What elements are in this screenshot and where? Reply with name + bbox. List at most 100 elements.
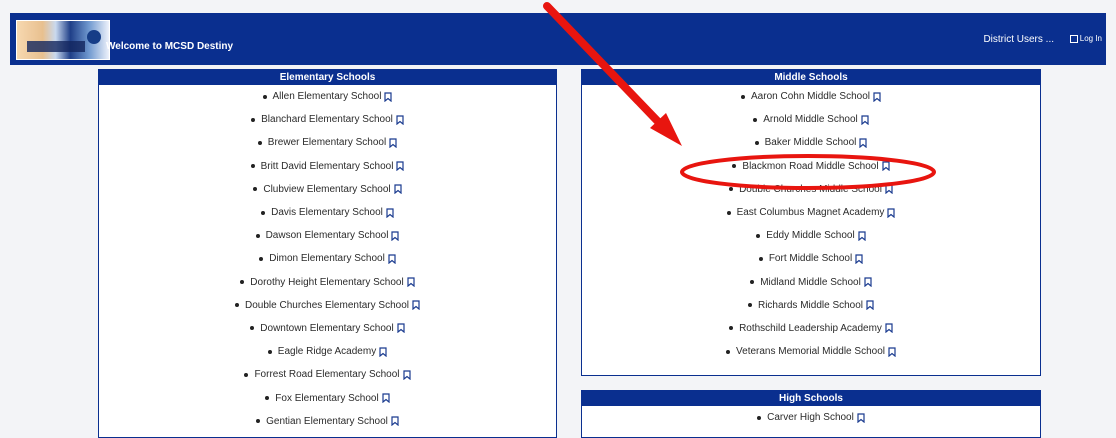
bookmark-icon[interactable] (388, 254, 396, 264)
school-item[interactable]: Aaron Cohn Middle School (582, 85, 1040, 108)
school-item[interactable]: Fox Elementary School (99, 386, 556, 409)
bookmark-icon[interactable] (391, 416, 399, 427)
bookmark-icon[interactable] (857, 412, 865, 423)
bookmark-icon[interactable] (396, 115, 404, 125)
bookmark-icon[interactable] (384, 91, 393, 102)
school-item[interactable]: Baker Middle School (582, 131, 1040, 154)
login-icon (1069, 34, 1078, 43)
school-item[interactable]: Blanchard Elementary School (99, 108, 556, 131)
elementary-school-list: Allen Elementary School Blanchard Element… (99, 85, 556, 433)
middle-schools-panel: Middle Schools Aaron Cohn Middle School A… (581, 69, 1041, 376)
school-item[interactable]: Gentian Elementary School (99, 410, 556, 433)
school-item[interactable]: Carver High School (582, 406, 1040, 429)
bookmark-icon[interactable] (379, 347, 387, 357)
bookmark-icon[interactable] (861, 115, 869, 125)
school-item[interactable]: Britt David Elementary School (99, 155, 556, 178)
school-link[interactable]: Eddy Middle School (766, 230, 854, 241)
school-link[interactable]: Aaron Cohn Middle School (751, 91, 870, 102)
bookmark-icon[interactable] (397, 323, 405, 334)
school-link[interactable]: Midland Middle School (760, 277, 861, 288)
bookmark-icon[interactable] (389, 138, 397, 148)
bookmark-icon[interactable] (864, 277, 872, 288)
school-item[interactable]: Eddy Middle School (582, 224, 1040, 247)
school-link[interactable]: Clubview Elementary School (263, 184, 390, 195)
bookmark-icon[interactable] (386, 207, 394, 218)
school-item[interactable]: Fort Middle School (582, 247, 1040, 270)
school-link[interactable]: Eagle Ridge Academy (278, 346, 376, 357)
school-item[interactable]: Allen Elementary School (99, 85, 556, 108)
school-link[interactable]: Britt David Elementary School (261, 161, 394, 172)
school-link[interactable]: Double Churches Elementary School (245, 300, 409, 311)
elementary-schools-panel: Elementary Schools Allen Elementary Scho… (98, 69, 557, 438)
school-link[interactable]: Double Churches Middle School (739, 184, 882, 195)
school-item[interactable]: Dimon Elementary School (99, 247, 556, 270)
bookmark-icon[interactable] (402, 370, 411, 380)
school-item[interactable]: Dawson Elementary School (99, 224, 556, 247)
school-link[interactable]: Dorothy Height Elementary School (250, 277, 403, 288)
school-item[interactable]: Midland Middle School (582, 271, 1040, 294)
school-item[interactable]: East Columbus Magnet Academy (582, 201, 1040, 224)
school-link[interactable]: Baker Middle School (765, 137, 857, 148)
bookmark-icon[interactable] (873, 91, 881, 102)
school-link[interactable]: Richards Middle School (758, 300, 863, 311)
bookmark-icon[interactable] (382, 393, 390, 404)
bullet-icon (250, 326, 255, 331)
bullet-icon (240, 280, 245, 285)
bullet-icon (753, 117, 758, 122)
school-link[interactable]: East Columbus Magnet Academy (737, 207, 885, 218)
bullet-icon (754, 140, 759, 145)
school-link[interactable]: Blanchard Elementary School (261, 114, 393, 125)
login-link[interactable]: Log In (1069, 34, 1102, 43)
bookmark-icon[interactable] (887, 207, 896, 218)
school-item[interactable]: Dorothy Height Elementary School (99, 271, 556, 294)
school-link[interactable]: Carver High School (767, 412, 854, 423)
school-link[interactable]: Dimon Elementary School (269, 253, 385, 264)
district-logo[interactable] (16, 20, 110, 60)
bullet-icon (729, 326, 734, 331)
school-link[interactable]: Downtown Elementary School (260, 323, 393, 334)
school-item[interactable]: Double Churches Middle School (582, 178, 1040, 201)
school-link[interactable]: Allen Elementary School (273, 91, 382, 102)
school-item[interactable]: Blackmon Road Middle School (582, 155, 1040, 178)
bookmark-icon[interactable] (855, 254, 863, 264)
user-context[interactable]: District Users ... (983, 34, 1054, 45)
school-link[interactable]: Gentian Elementary School (266, 416, 388, 427)
school-link[interactable]: Rothschild Leadership Academy (739, 323, 882, 334)
school-link[interactable]: Blackmon Road Middle School (742, 161, 878, 172)
school-item[interactable]: Richards Middle School (582, 294, 1040, 317)
school-link[interactable]: Forrest Road Elementary School (254, 369, 399, 380)
bullet-icon (251, 117, 256, 122)
school-item[interactable]: Forrest Road Elementary School (99, 363, 556, 386)
bookmark-icon[interactable] (859, 138, 867, 148)
school-link[interactable]: Veterans Memorial Middle School (736, 346, 885, 357)
bookmark-icon[interactable] (881, 161, 890, 172)
bookmark-icon[interactable] (412, 300, 420, 311)
bullet-icon (261, 210, 266, 215)
school-link[interactable]: Brewer Elementary School (268, 137, 386, 148)
bookmark-icon[interactable] (407, 277, 415, 288)
bookmark-icon[interactable] (885, 184, 893, 195)
bullet-icon (741, 94, 746, 99)
bookmark-icon[interactable] (885, 323, 893, 334)
bookmark-icon[interactable] (391, 231, 400, 241)
school-link[interactable]: Arnold Middle School (763, 114, 858, 125)
bookmark-icon[interactable] (396, 161, 405, 172)
school-item[interactable]: Eagle Ridge Academy (99, 340, 556, 363)
school-item[interactable]: Brewer Elementary School (99, 131, 556, 154)
school-item[interactable]: Davis Elementary School (99, 201, 556, 224)
login-label[interactable]: Log In (1080, 34, 1102, 43)
school-link[interactable]: Fort Middle School (769, 253, 852, 264)
bookmark-icon[interactable] (394, 184, 402, 195)
school-item[interactable]: Veterans Memorial Middle School (582, 340, 1040, 363)
school-link[interactable]: Fox Elementary School (275, 393, 378, 404)
school-item[interactable]: Clubview Elementary School (99, 178, 556, 201)
school-item[interactable]: Downtown Elementary School (99, 317, 556, 340)
school-item[interactable]: Arnold Middle School (582, 108, 1040, 131)
school-link[interactable]: Davis Elementary School (271, 207, 383, 218)
school-item[interactable]: Rothschild Leadership Academy (582, 317, 1040, 340)
school-link[interactable]: Dawson Elementary School (266, 230, 389, 241)
bookmark-icon[interactable] (858, 231, 866, 241)
school-item[interactable]: Double Churches Elementary School (99, 294, 556, 317)
bookmark-icon[interactable] (866, 300, 874, 311)
bookmark-icon[interactable] (888, 347, 896, 357)
